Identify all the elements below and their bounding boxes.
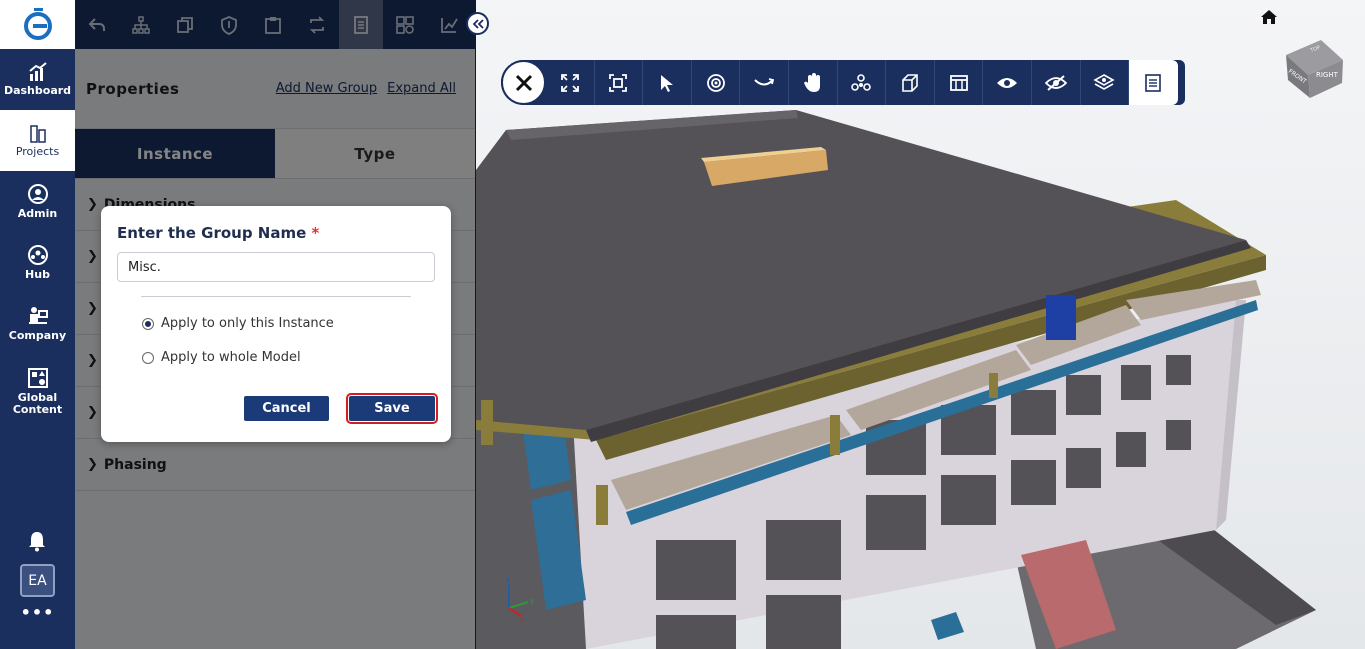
- nav-label: Projects: [15, 145, 60, 158]
- cancel-button[interactable]: Cancel: [244, 396, 329, 421]
- nav-item-hub[interactable]: Hub: [0, 232, 75, 293]
- radio-label: Apply to whole Model: [161, 350, 301, 365]
- home-view-icon[interactable]: [1260, 9, 1278, 29]
- nav-label: Hub: [25, 268, 50, 281]
- left-nav: Dashboard Projects Admin Hub Company Glo…: [0, 0, 75, 649]
- svg-text:y: y: [530, 596, 535, 605]
- svg-text:z: z: [506, 576, 510, 585]
- user-avatar[interactable]: EA: [20, 564, 55, 597]
- nav-item-dashboard[interactable]: Dashboard: [0, 49, 75, 110]
- admin-icon: [27, 184, 48, 204]
- dialog-divider: [141, 296, 411, 297]
- logo-icon: [23, 7, 52, 40]
- svg-text:x: x: [520, 615, 525, 624]
- building-icon: [29, 125, 46, 143]
- viewcube-right-label: RIGHT: [1316, 71, 1339, 79]
- cube-icon[interactable]: [886, 60, 935, 105]
- pan-hand-icon[interactable]: [789, 60, 838, 105]
- group-name-dialog: Enter the Group Name * Apply to only thi…: [101, 206, 451, 442]
- hide-eye-icon[interactable]: [1032, 60, 1081, 105]
- select-cursor-icon[interactable]: [643, 60, 692, 105]
- save-button[interactable]: Save: [346, 393, 438, 424]
- show-eye-icon[interactable]: [983, 60, 1032, 105]
- fit-view-icon[interactable]: [595, 60, 644, 105]
- nav-label: Company: [8, 329, 67, 342]
- dashboard-icon: [28, 62, 47, 81]
- radio-button[interactable]: [142, 317, 154, 330]
- nav-label: Admin: [17, 207, 58, 220]
- nav-item-projects[interactable]: Projects: [0, 110, 75, 171]
- group-name-input[interactable]: [117, 252, 435, 282]
- close-viewer-button[interactable]: [501, 60, 546, 105]
- section-box-icon[interactable]: [935, 60, 984, 105]
- layers-visibility-icon[interactable]: [1081, 60, 1130, 105]
- dialog-title: Enter the Group Name *: [117, 224, 319, 242]
- explode-icon[interactable]: [838, 60, 887, 105]
- radio-button[interactable]: [142, 351, 154, 364]
- close-icon: [515, 74, 532, 91]
- required-marker: *: [311, 224, 320, 242]
- nav-label: Dashboard: [3, 84, 72, 97]
- notifications-bell-icon[interactable]: [27, 530, 47, 556]
- radio-apply-model[interactable]: Apply to whole Model: [142, 350, 301, 365]
- fullscreen-icon[interactable]: [546, 60, 595, 105]
- company-icon: [28, 307, 48, 324]
- app-logo[interactable]: [0, 0, 75, 49]
- radio-label: Apply to only this Instance: [161, 316, 334, 331]
- radio-apply-instance[interactable]: Apply to only this Instance: [142, 316, 334, 331]
- nav-item-company[interactable]: Company: [0, 293, 75, 354]
- nav-item-global-content[interactable]: Global Content: [0, 354, 75, 428]
- hub-icon: [27, 245, 48, 265]
- more-menu-button[interactable]: •••: [0, 603, 75, 622]
- dialog-title-text: Enter the Group Name: [117, 224, 307, 242]
- orbit-icon[interactable]: [692, 60, 741, 105]
- properties-panel-icon[interactable]: [1129, 60, 1178, 105]
- nav-label: Global Content: [12, 390, 63, 416]
- collapse-panel-button[interactable]: [466, 12, 489, 35]
- nav-item-admin[interactable]: Admin: [0, 171, 75, 232]
- viewer-toolbar: [501, 60, 1185, 105]
- global-content-icon: [27, 367, 48, 388]
- look-around-icon[interactable]: [740, 60, 789, 105]
- double-chevron-left-icon: [472, 18, 484, 29]
